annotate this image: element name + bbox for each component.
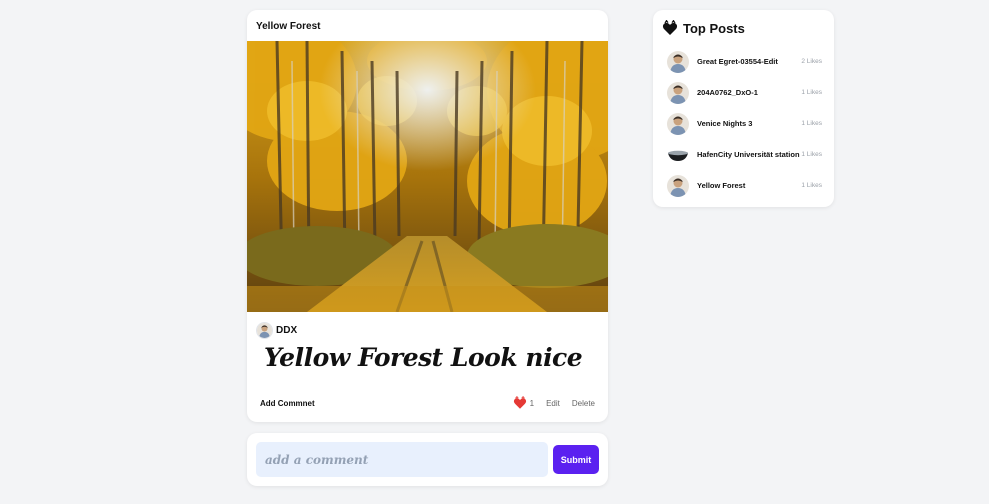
top-posts-header: Top Posts	[662, 20, 745, 36]
post-title: Yellow Forest	[256, 21, 321, 32]
top-post-thumbnail	[667, 174, 689, 197]
top-posts-card: Top Posts Great Egret-03554-Edit 2 Likes…	[653, 10, 834, 207]
edit-link[interactable]: Edit	[546, 399, 560, 408]
post-card: Yellow Forest DDX Yellow Forest Look nic…	[247, 10, 608, 422]
top-post-name: Great Egret-03554-Edit	[697, 57, 778, 66]
top-post-name: Yellow Forest	[697, 181, 746, 190]
top-posts-title: Top Posts	[683, 20, 745, 36]
like-count: 1	[529, 398, 535, 408]
top-post-thumbnail	[667, 112, 689, 135]
add-comment-link[interactable]: Add Commnet	[260, 399, 315, 408]
submit-button[interactable]: Submit	[553, 445, 599, 474]
heart-icon	[662, 20, 678, 35]
top-post-item[interactable]: HafenCity Universität station 1 Likes	[667, 139, 822, 170]
top-post-name: HafenCity Universität station	[697, 150, 800, 159]
top-post-item[interactable]: 204A0762_DxO-1 1 Likes	[667, 77, 822, 108]
top-post-thumbnail	[667, 143, 689, 166]
author-name[interactable]: DDX	[276, 325, 297, 336]
top-post-item[interactable]: Great Egret-03554-Edit 2 Likes	[667, 46, 822, 77]
top-post-name: 204A0762_DxO-1	[697, 88, 758, 97]
top-post-likes: 1 Likes	[801, 182, 822, 189]
delete-link[interactable]: Delete	[572, 399, 595, 408]
top-post-name: Venice Nights 3	[697, 119, 753, 128]
top-post-likes: 1 Likes	[801, 120, 822, 127]
top-post-item[interactable]: Yellow Forest 1 Likes	[667, 170, 822, 201]
top-post-item[interactable]: Venice Nights 3 1 Likes	[667, 108, 822, 139]
like-button[interactable]: 1	[513, 396, 534, 410]
author-avatar[interactable]	[256, 322, 273, 339]
comment-input[interactable]	[256, 442, 548, 477]
top-posts-list: Great Egret-03554-Edit 2 Likes 204A0762_…	[667, 46, 822, 201]
top-post-likes: 1 Likes	[801, 151, 822, 158]
heart-icon	[513, 396, 526, 409]
post-photo	[247, 41, 608, 312]
top-post-likes: 1 Likes	[801, 89, 822, 96]
top-post-thumbnail	[667, 50, 689, 73]
post-caption: Yellow Forest Look nice	[264, 343, 583, 372]
top-post-thumbnail	[667, 81, 689, 104]
post-author: DDX	[256, 322, 297, 339]
comment-card: Submit	[247, 433, 608, 486]
top-post-likes: 2 Likes	[801, 58, 822, 65]
post-actions: Add Commnet 1 Edit Delete	[260, 396, 595, 410]
